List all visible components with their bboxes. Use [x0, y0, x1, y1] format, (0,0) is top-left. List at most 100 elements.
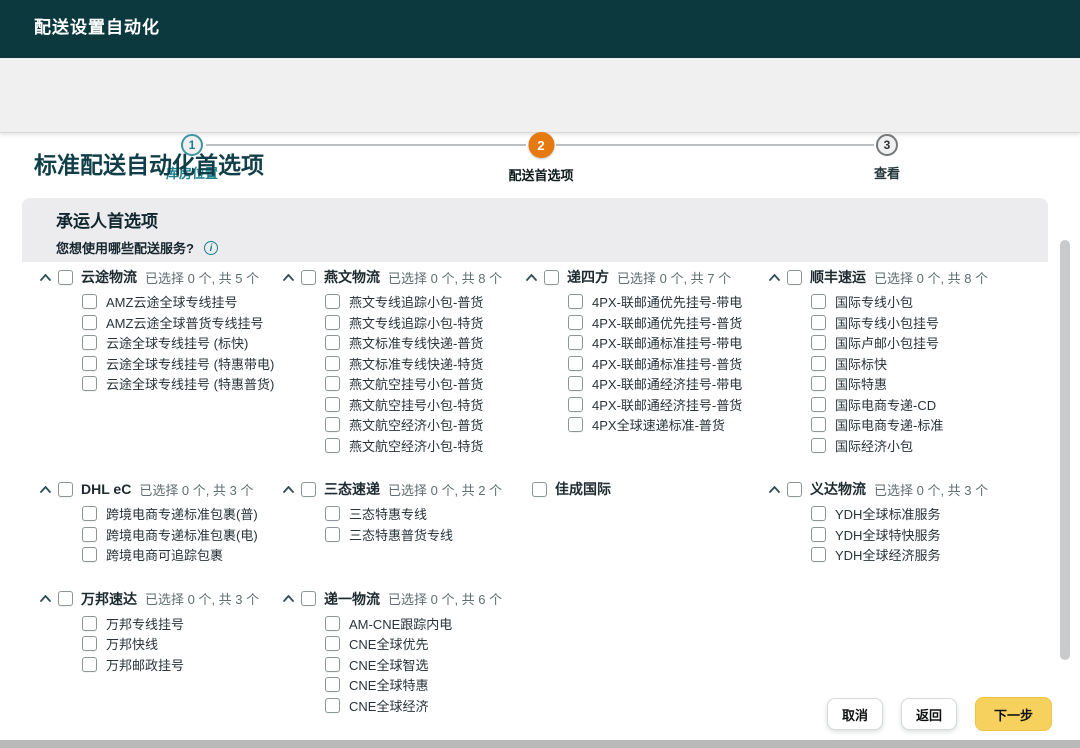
chevron-up-icon[interactable] [769, 486, 782, 493]
stepper-step-shipping-preferences[interactable]: 2 配送首选项 [508, 132, 573, 184]
chevron-up-icon[interactable] [40, 274, 53, 281]
service-checkbox[interactable] [811, 294, 826, 309]
carrier-group-checkbox[interactable] [301, 270, 316, 285]
service-checkbox[interactable] [82, 657, 97, 672]
step-number-badge: 3 [876, 134, 898, 156]
carrier-group-name: 佳成国际 [555, 479, 611, 499]
next-step-button[interactable]: 下一步 [975, 697, 1052, 731]
service-checkbox[interactable] [325, 698, 340, 713]
service-checkbox[interactable] [811, 547, 826, 562]
service-checkbox[interactable] [325, 315, 340, 330]
service-option-row: CNE全球优先 [325, 636, 526, 651]
carrier-group-checkbox[interactable] [301, 482, 316, 497]
service-checkbox[interactable] [325, 527, 340, 542]
service-label: 三态特惠专线 [349, 504, 427, 523]
service-option-row: 跨境电商专递标准包裹(普) [82, 506, 283, 521]
service-checkbox[interactable] [568, 417, 583, 432]
carrier-group-checkbox[interactable] [301, 591, 316, 606]
carrier-group-checkbox[interactable] [58, 591, 73, 606]
carrier-group-checkbox[interactable] [58, 482, 73, 497]
service-checkbox[interactable] [325, 376, 340, 391]
service-option-row: 4PX-联邮通优先挂号-带电 [568, 294, 769, 309]
step-label: 配送首选项 [508, 165, 573, 184]
carrier-group-checkbox[interactable] [532, 482, 547, 497]
chevron-up-icon[interactable] [40, 486, 53, 493]
service-checkbox[interactable] [568, 356, 583, 371]
service-label: 云途全球专线挂号 (特惠普货) [106, 374, 274, 393]
carrier-group-checkbox[interactable] [787, 482, 802, 497]
carrier-group-count: 已选择 0 个, 共 3 个 [145, 589, 259, 608]
service-checkbox[interactable] [325, 356, 340, 371]
service-checkbox[interactable] [811, 315, 826, 330]
service-label: 燕文航空挂号小包-普货 [349, 374, 483, 393]
service-checkbox[interactable] [325, 657, 340, 672]
service-checkbox[interactable] [325, 438, 340, 453]
carrier-group-checkbox[interactable] [787, 270, 802, 285]
service-option-row: 万邦专线挂号 [82, 616, 283, 631]
chevron-up-icon[interactable] [283, 486, 296, 493]
info-icon[interactable]: i [204, 241, 218, 255]
service-checkbox[interactable] [82, 506, 97, 521]
stepper-step-review[interactable]: 3 查看 [874, 134, 900, 182]
chevron-up-icon[interactable] [526, 274, 539, 281]
back-button[interactable]: 返回 [901, 698, 957, 730]
service-label: CNE全球智选 [349, 655, 428, 674]
service-checkbox[interactable] [325, 616, 340, 631]
service-option-row: 国际卢邮小包挂号 [811, 335, 1028, 350]
service-option-row: 万邦快线 [82, 636, 283, 651]
service-checkbox[interactable] [82, 315, 97, 330]
service-checkbox[interactable] [568, 315, 583, 330]
carrier-group-count: 已选择 0 个, 共 8 个 [388, 268, 502, 287]
service-checkbox[interactable] [82, 547, 97, 562]
chevron-up-icon[interactable] [283, 274, 296, 281]
service-checkbox[interactable] [568, 376, 583, 391]
carrier-service-list: YDH全球标准服务YDH全球特快服务YDH全球经济服务 [769, 506, 1028, 562]
carrier-group-checkbox[interactable] [544, 270, 559, 285]
service-checkbox[interactable] [325, 506, 340, 521]
service-checkbox[interactable] [568, 294, 583, 309]
service-checkbox[interactable] [325, 636, 340, 651]
service-label: 云途全球专线挂号 (特惠带电) [106, 354, 274, 373]
service-checkbox[interactable] [811, 417, 826, 432]
service-checkbox[interactable] [82, 616, 97, 631]
service-checkbox[interactable] [82, 636, 97, 651]
service-checkbox[interactable] [811, 438, 826, 453]
service-checkbox[interactable] [325, 677, 340, 692]
service-checkbox[interactable] [568, 335, 583, 350]
service-label: 国际专线小包挂号 [835, 313, 939, 332]
service-label: CNE全球特惠 [349, 675, 428, 694]
carrier-group-name: 递四方 [567, 267, 609, 287]
service-checkbox[interactable] [811, 335, 826, 350]
service-label: 国际专线小包 [835, 292, 913, 311]
service-checkbox[interactable] [811, 506, 826, 521]
service-checkbox[interactable] [325, 417, 340, 432]
service-checkbox[interactable] [811, 527, 826, 542]
service-label: 万邦邮政挂号 [106, 655, 184, 674]
service-option-row: 国际标快 [811, 356, 1028, 371]
cancel-button[interactable]: 取消 [827, 698, 883, 730]
vertical-scrollbar[interactable] [1060, 240, 1070, 660]
service-checkbox[interactable] [811, 356, 826, 371]
service-checkbox[interactable] [811, 376, 826, 391]
service-checkbox[interactable] [325, 294, 340, 309]
chevron-up-icon[interactable] [283, 595, 296, 602]
chevron-up-icon[interactable] [40, 595, 53, 602]
service-checkbox[interactable] [82, 335, 97, 350]
chevron-up-icon[interactable] [769, 274, 782, 281]
carrier-group: 义达物流已选择 0 个, 共 3 个 YDH全球标准服务YDH全球特快服务YDH全… [769, 478, 1028, 568]
service-checkbox[interactable] [82, 376, 97, 391]
service-checkbox[interactable] [325, 397, 340, 412]
service-checkbox[interactable] [568, 397, 583, 412]
service-label: 国际电商专递-标准 [835, 415, 943, 434]
service-checkbox[interactable] [811, 397, 826, 412]
service-option-row: AMZ云途全球专线挂号 [82, 294, 283, 309]
service-checkbox[interactable] [82, 356, 97, 371]
service-option-row: 跨境电商专递标准包裹(电) [82, 527, 283, 542]
carrier-group-header: 义达物流已选择 0 个, 共 3 个 [769, 478, 1028, 500]
service-option-row: AMZ云途全球普货专线挂号 [82, 315, 283, 330]
carrier-service-list: 国际专线小包国际专线小包挂号国际卢邮小包挂号国际标快国际特惠国际电商专递-CD国… [769, 294, 1028, 453]
service-checkbox[interactable] [82, 294, 97, 309]
service-checkbox[interactable] [82, 527, 97, 542]
carrier-group-checkbox[interactable] [58, 270, 73, 285]
service-checkbox[interactable] [325, 335, 340, 350]
